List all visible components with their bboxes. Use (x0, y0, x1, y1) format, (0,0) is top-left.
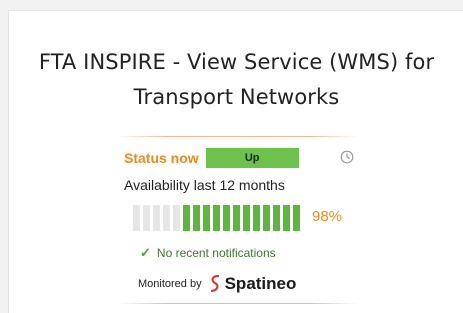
status-now-label: Status now (124, 150, 199, 166)
availability-bar (133, 205, 140, 231)
status-row: Status now Up (124, 147, 299, 169)
availability-bar (203, 205, 210, 231)
availability-bar (193, 205, 200, 231)
availability-bar (243, 205, 250, 231)
availability-bar-chart (133, 205, 300, 231)
bottom-divider (118, 303, 358, 304)
service-title-line2: Transport Networks (133, 85, 340, 109)
availability-percent: 98% (312, 208, 343, 225)
availability-bar (183, 205, 190, 231)
monitored-by-row[interactable]: Monitored by Spatineo (138, 274, 296, 294)
spatineo-logo-icon (210, 274, 219, 293)
availability-bar (293, 205, 300, 231)
availability-bar (233, 205, 240, 231)
top-divider (118, 136, 358, 137)
notifications-row: ✓ No recent notifications (140, 245, 276, 261)
service-title-line1: FTA INSPIRE - View Service (WMS) for (38, 50, 435, 74)
availability-bar (273, 205, 280, 231)
availability-bar (213, 205, 220, 231)
availability-bar (283, 205, 290, 231)
notifications-text: No recent notifications (156, 246, 276, 260)
availability-bar (153, 205, 160, 231)
spatineo-brand: Spatineo (224, 274, 297, 293)
status-badge: Up (205, 148, 299, 168)
availability-bar (253, 205, 260, 231)
monitored-by-label: Monitored by (138, 278, 202, 290)
availability-bar (143, 205, 150, 231)
availability-bar (263, 205, 270, 231)
availability-bar (173, 205, 180, 231)
availability-bar (223, 205, 230, 231)
availability-label: Availability last 12 months (124, 177, 285, 193)
clock-icon[interactable] (340, 150, 354, 164)
service-title: FTA INSPIRE - View Service (WMS) for Tra… (9, 45, 463, 115)
check-icon: ✓ (140, 245, 151, 260)
availability-bar (163, 205, 170, 231)
